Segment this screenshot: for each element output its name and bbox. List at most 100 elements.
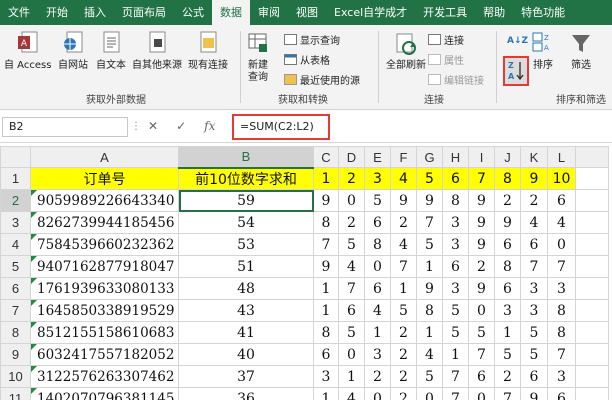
data-cell[interactable]: 3 xyxy=(520,277,548,300)
tab-6[interactable]: 审阅 xyxy=(250,0,288,25)
data-cell[interactable]: 7 xyxy=(520,255,548,278)
data-cell[interactable]: 5 xyxy=(338,321,365,344)
data-cell[interactable]: 6 xyxy=(520,365,548,388)
tab-4[interactable]: 公式 xyxy=(174,0,212,25)
column-header-e[interactable]: E xyxy=(364,146,391,168)
order-number-cell[interactable]: 8262739944185456 xyxy=(30,211,179,234)
column-header-f[interactable]: F xyxy=(390,146,417,168)
data-cell[interactable]: 9 xyxy=(313,189,339,212)
data-cell[interactable]: 0 xyxy=(364,387,391,400)
data-cell[interactable]: 6 xyxy=(313,343,339,366)
header-cell[interactable]: 1 xyxy=(313,167,339,190)
data-cell[interactable]: 3 xyxy=(547,277,576,300)
data-cell[interactable]: 1 xyxy=(364,321,391,344)
data-cell[interactable]: 0 xyxy=(338,189,365,212)
data-cell[interactable]: 1 xyxy=(338,365,365,388)
data-cell[interactable]: 1 xyxy=(442,343,469,366)
data-cell[interactable]: 6 xyxy=(442,255,469,278)
order-number-cell[interactable]: 6032417557182052 xyxy=(30,343,179,366)
data-cell[interactable]: 7 xyxy=(494,387,521,400)
column-header-b[interactable]: B xyxy=(178,146,314,169)
from-web-button[interactable]: 自网站 xyxy=(58,30,88,72)
data-cell[interactable]: 2 xyxy=(494,189,521,212)
sum-cell[interactable]: 43 xyxy=(178,299,314,322)
data-cell[interactable]: 9 xyxy=(468,211,495,234)
order-number-cell[interactable]: 7584539660232362 xyxy=(30,233,179,256)
data-cell[interactable]: 0 xyxy=(338,343,365,366)
data-cell[interactable]: 9 xyxy=(468,233,495,256)
order-number-cell[interactable]: 1761939633080133 xyxy=(30,277,179,300)
data-cell[interactable]: 5 xyxy=(416,233,443,256)
data-cell[interactable]: 3 xyxy=(442,211,469,234)
row-header[interactable]: 5 xyxy=(0,255,31,278)
data-cell[interactable]: 7 xyxy=(313,233,339,256)
data-cell[interactable]: 1 xyxy=(416,255,443,278)
empty-cell[interactable] xyxy=(575,343,609,366)
data-cell[interactable]: 8 xyxy=(364,233,391,256)
data-cell[interactable]: 9 xyxy=(468,277,495,300)
data-cell[interactable]: 9 xyxy=(390,189,417,212)
header-cell[interactable]: 6 xyxy=(442,167,469,190)
data-cell[interactable]: 8 xyxy=(313,321,339,344)
data-cell[interactable]: 1 xyxy=(313,299,339,322)
empty-cell[interactable] xyxy=(575,387,609,400)
data-cell[interactable]: 7 xyxy=(442,387,469,400)
formula-input[interactable]: =SUM(C2:L2) xyxy=(232,114,330,140)
sum-cell[interactable]: 40 xyxy=(178,343,314,366)
data-cell[interactable]: 7 xyxy=(547,255,576,278)
recent-sources-button[interactable]: 最近使用的源 xyxy=(284,71,360,87)
data-cell[interactable]: 4 xyxy=(338,387,365,400)
tab-7[interactable]: 视图 xyxy=(288,0,326,25)
existing-connections-button[interactable]: 现有连接 xyxy=(188,30,228,72)
data-cell[interactable]: 2 xyxy=(390,343,417,366)
data-cell[interactable]: 6 xyxy=(547,387,576,400)
row-header[interactable]: 9 xyxy=(0,343,31,366)
header-cell[interactable]: 前10位数字求和 xyxy=(178,167,314,190)
data-cell[interactable]: 7 xyxy=(338,277,365,300)
data-cell[interactable]: 6 xyxy=(547,189,576,212)
data-cell[interactable]: 2 xyxy=(520,189,548,212)
tab-1[interactable]: 开始 xyxy=(38,0,76,25)
tab-10[interactable]: 帮助 xyxy=(475,0,513,25)
cancel-icon[interactable]: ✕ xyxy=(148,119,158,133)
header-cell[interactable]: 2 xyxy=(338,167,365,190)
row-header[interactable]: 7 xyxy=(0,299,31,322)
data-cell[interactable]: 6 xyxy=(468,365,495,388)
data-cell[interactable]: 4 xyxy=(364,299,391,322)
header-cell[interactable]: 7 xyxy=(468,167,495,190)
properties-button[interactable]: 属性 xyxy=(428,51,464,67)
data-cell[interactable]: 4 xyxy=(520,211,548,234)
empty-cell[interactable] xyxy=(575,321,609,344)
row-header[interactable]: 8 xyxy=(0,321,31,344)
data-cell[interactable]: 5 xyxy=(520,321,548,344)
data-cell[interactable]: 2 xyxy=(390,365,417,388)
from-table-button[interactable]: 从表格 xyxy=(284,51,330,67)
data-cell[interactable]: 0 xyxy=(547,233,576,256)
row-header[interactable]: 1 xyxy=(0,167,31,190)
header-cell[interactable]: 8 xyxy=(494,167,521,190)
data-cell[interactable]: 7 xyxy=(390,255,417,278)
data-cell[interactable]: 8 xyxy=(547,299,576,322)
data-cell[interactable]: 0 xyxy=(364,255,391,278)
column-header-d[interactable]: D xyxy=(338,146,365,168)
tab-3[interactable]: 页面布局 xyxy=(114,0,174,25)
sum-cell[interactable]: 37 xyxy=(178,365,314,388)
data-cell[interactable]: 3 xyxy=(442,233,469,256)
sum-cell[interactable]: 53 xyxy=(178,233,314,256)
order-number-cell[interactable]: 8512155158610683 xyxy=(30,321,179,344)
from-access-button[interactable]: A 自 Access xyxy=(4,30,51,72)
data-cell[interactable]: 9 xyxy=(520,387,548,400)
sum-cell[interactable]: 41 xyxy=(178,321,314,344)
header-cell[interactable]: 3 xyxy=(364,167,391,190)
data-cell[interactable]: 1 xyxy=(313,387,339,400)
order-number-cell[interactable]: 1645850338919529 xyxy=(30,299,179,322)
show-queries-button[interactable]: 显示查询 xyxy=(284,31,340,47)
data-cell[interactable]: 9 xyxy=(416,277,443,300)
data-cell[interactable]: 3 xyxy=(442,277,469,300)
column-header-a[interactable]: A xyxy=(30,146,179,168)
data-cell[interactable]: 9 xyxy=(468,189,495,212)
sum-cell[interactable]: 48 xyxy=(178,277,314,300)
data-cell[interactable]: 2 xyxy=(494,365,521,388)
sum-cell[interactable]: 54 xyxy=(178,211,314,234)
data-cell[interactable]: 5 xyxy=(442,299,469,322)
